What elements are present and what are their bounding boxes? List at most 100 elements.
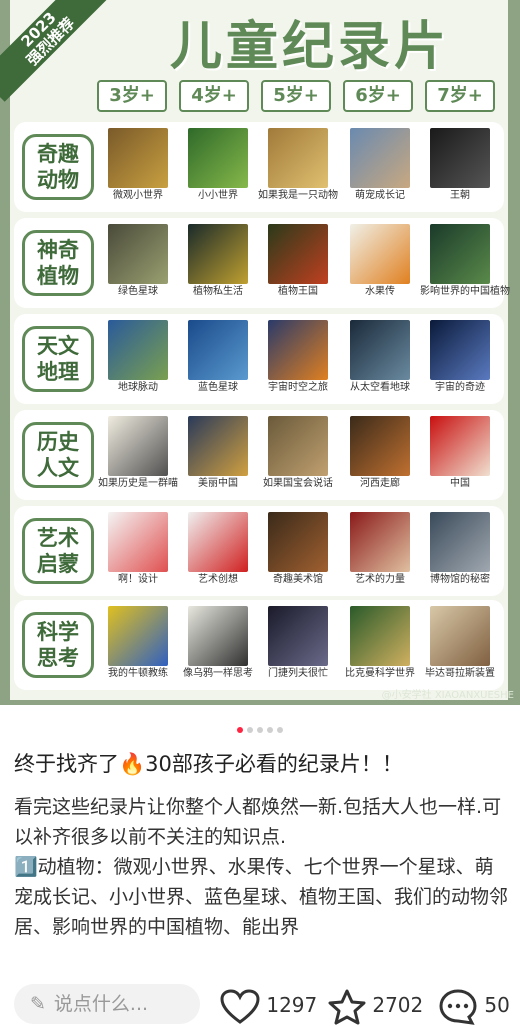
comment-placeholder: 说点什么... — [53, 993, 149, 1015]
post-title: 终于找齐了🔥30部孩子必看的纪录片！！ — [14, 752, 403, 776]
category-row: 科学 思考 我的牛顿教练 像乌鸦一样思考 门捷列夫很忙 比克曼科学世界 毕达哥拉斯装置 — [14, 600, 504, 690]
documentary-cover — [108, 416, 168, 476]
documentary-item: 微观小世界 — [98, 128, 178, 202]
category-label: 艺术 启蒙 — [22, 518, 94, 584]
documentary-item: 博物馆的秘密 — [420, 512, 500, 586]
age-badge: 4岁+ — [179, 80, 249, 112]
category-row: 奇趣 动物 微观小世界 小小世界 如果我是一只动物 萌宠成长记 王朝 — [14, 122, 504, 212]
documentary-item: 绿色星球 — [98, 224, 178, 298]
poster-title: 儿童纪录片 — [169, 17, 450, 77]
age-badge: 3岁+ — [97, 80, 167, 112]
documentary-item: 我的牛顿教练 — [98, 606, 178, 680]
age-badge: 6岁+ — [343, 80, 413, 112]
heart-icon — [220, 988, 260, 1024]
documentary-caption: 小小世界 — [198, 190, 238, 201]
age-badges: 3岁+ 4岁+ 5岁+ 6岁+ 7岁+ — [97, 80, 497, 114]
documentary-cover — [188, 128, 248, 188]
documentary-caption: 王朝 — [450, 190, 470, 201]
comment-input[interactable]: ✎ 说点什么... — [14, 984, 200, 1024]
category-label-line: 植物 — [37, 264, 79, 288]
documentary-cover — [108, 224, 168, 284]
corner-ribbon: 2023 强烈推荐 — [0, 0, 111, 102]
documentary-cover — [268, 128, 328, 188]
documentary-item: 影响世界的中国植物 — [420, 224, 510, 298]
category-label-line: 人文 — [37, 456, 79, 480]
documentary-caption: 艺术的力量 — [355, 574, 405, 585]
category-row: 艺术 启蒙 啊！设计 艺术创想 奇趣美术馆 艺术的力量 博物馆的秘密 — [14, 506, 504, 596]
documentary-cover — [350, 320, 410, 380]
documentary-cover — [108, 606, 168, 666]
pager-dot[interactable] — [277, 727, 283, 733]
documentary-caption: 植物王国 — [278, 286, 318, 297]
documentary-item: 宇宙时空之旅 — [258, 320, 338, 394]
pager-dot[interactable] — [237, 727, 243, 733]
documentary-item: 王朝 — [420, 128, 500, 202]
star-button[interactable]: 2702 — [328, 986, 423, 1024]
documentary-cover — [188, 606, 248, 666]
documentary-item: 如果国宝会说话 — [258, 416, 338, 490]
documentary-caption: 影响世界的中国植物 — [420, 286, 510, 297]
documentary-cover — [350, 512, 410, 572]
like-button[interactable]: 1297 — [220, 986, 317, 1024]
documentary-cover — [430, 128, 490, 188]
documentary-caption: 中国 — [450, 478, 470, 489]
documentary-item: 植物王国 — [258, 224, 338, 298]
documentary-item: 小小世界 — [178, 128, 258, 202]
carousel-pager[interactable] — [0, 718, 520, 737]
documentary-caption: 门捷列夫很忙 — [268, 668, 328, 679]
documentary-caption: 美丽中国 — [198, 478, 238, 489]
poster-image[interactable]: 2023 强烈推荐 儿童纪录片 3岁+ 4岁+ 5岁+ 6岁+ 7岁+ 奇趣 动物… — [0, 0, 520, 705]
documentary-caption: 宇宙时空之旅 — [268, 382, 328, 393]
documentary-cover — [268, 512, 328, 572]
comment-button[interactable]: 50 — [438, 986, 510, 1025]
documentary-caption: 像乌鸦一样思考 — [183, 668, 253, 679]
category-label-line: 科学 — [37, 620, 79, 644]
documentary-cover — [268, 416, 328, 476]
documentary-cover — [108, 512, 168, 572]
documentary-caption: 如果我是一只动物 — [258, 190, 338, 201]
documentary-item: 如果我是一只动物 — [258, 128, 338, 202]
pager-dot[interactable] — [267, 727, 273, 733]
documentary-caption: 我的牛顿教练 — [108, 668, 168, 679]
documentary-caption: 博物馆的秘密 — [430, 574, 490, 585]
documentary-caption: 比克曼科学世界 — [345, 668, 415, 679]
documentary-caption: 河西走廊 — [360, 478, 400, 489]
documentary-caption: 水果传 — [365, 286, 395, 297]
documentary-cover — [268, 224, 328, 284]
category-label: 天文 地理 — [22, 326, 94, 392]
documentary-cover — [108, 128, 168, 188]
documentary-caption: 宇宙的奇迹 — [435, 382, 485, 393]
documentary-caption: 绿色星球 — [118, 286, 158, 297]
documentary-item: 奇趣美术馆 — [258, 512, 338, 586]
documentary-caption: 从太空看地球 — [350, 382, 410, 393]
documentary-item: 像乌鸦一样思考 — [178, 606, 258, 680]
age-badge: 5岁+ — [261, 80, 331, 112]
documentary-caption: 艺术创想 — [198, 574, 238, 585]
documentary-item: 地球脉动 — [98, 320, 178, 394]
documentary-item: 美丽中国 — [178, 416, 258, 490]
documentary-caption: 奇趣美术馆 — [273, 574, 323, 585]
documentary-item: 艺术创想 — [178, 512, 258, 586]
documentary-caption: 地球脉动 — [118, 382, 158, 393]
documentary-cover — [350, 416, 410, 476]
documentary-cover — [108, 320, 168, 380]
category-label-line: 奇趣 — [37, 142, 79, 166]
chat-bubble-icon — [439, 988, 477, 1025]
documentary-item: 如果历史是一群喵 — [98, 416, 178, 490]
category-label-line: 地理 — [37, 360, 79, 384]
pager-dot[interactable] — [247, 727, 253, 733]
documentary-cover — [430, 606, 490, 666]
category-label: 历史 人文 — [22, 422, 94, 488]
pencil-icon: ✎ — [30, 993, 46, 1015]
documentary-caption: 微观小世界 — [113, 190, 163, 201]
category-row: 历史 人文 如果历史是一群喵 美丽中国 如果国宝会说话 河西走廊 中国 — [14, 410, 504, 500]
pager-dot[interactable] — [257, 727, 263, 733]
category-label-line: 天文 — [37, 334, 79, 358]
star-icon — [328, 989, 366, 1024]
category-label-line: 启蒙 — [37, 552, 79, 576]
documentary-cover — [268, 320, 328, 380]
documentary-cover — [430, 512, 490, 572]
documentary-caption: 如果国宝会说话 — [263, 478, 333, 489]
documentary-item: 艺术的力量 — [340, 512, 420, 586]
documentary-item: 河西走廊 — [340, 416, 420, 490]
